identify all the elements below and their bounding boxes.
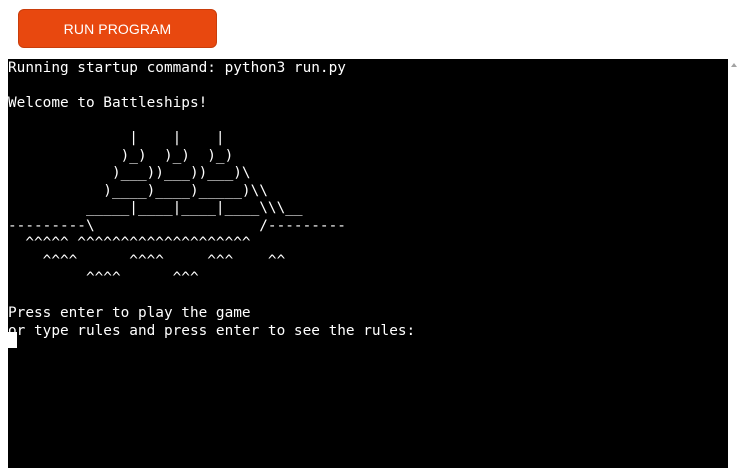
prompt-line: or type rules and press enter to see the… [8,322,416,339]
ascii-ship-line: | | | [8,130,225,146]
ascii-ship-line: )____)____)_____)\\ [8,182,268,199]
ascii-wave-line: ^^^^^ ^^^^^^^^^^^^^^^^^^^^ [8,235,251,251]
ascii-ship-line: _____|____|____|____\\\__ [8,200,303,216]
prompt-line: Press enter to play the game [8,305,251,321]
terminal-line: Running startup command: python3 run.py [8,60,346,76]
terminal-output: Running startup command: python3 run.py … [8,59,728,340]
ascii-ship-line: )_) )_) )_) [8,147,234,164]
ascii-ship-line: ---------\ /--------- [8,217,346,234]
run-program-button[interactable]: RUN PROGRAM [18,9,217,48]
ascii-ship-line: )___))___))___)\ [8,165,251,181]
terminal-cursor [8,332,17,348]
terminal-scrollbar[interactable] [728,59,739,468]
terminal[interactable]: Running startup command: python3 run.py … [8,59,728,468]
scroll-up-arrow-icon[interactable] [731,63,737,67]
terminal-line: Welcome to Battleships! [8,95,208,111]
ascii-wave-line: ^^^^ ^^^^ ^^^ ^^ [8,252,286,269]
ascii-wave-line: ^^^^ ^^^ [8,270,199,286]
